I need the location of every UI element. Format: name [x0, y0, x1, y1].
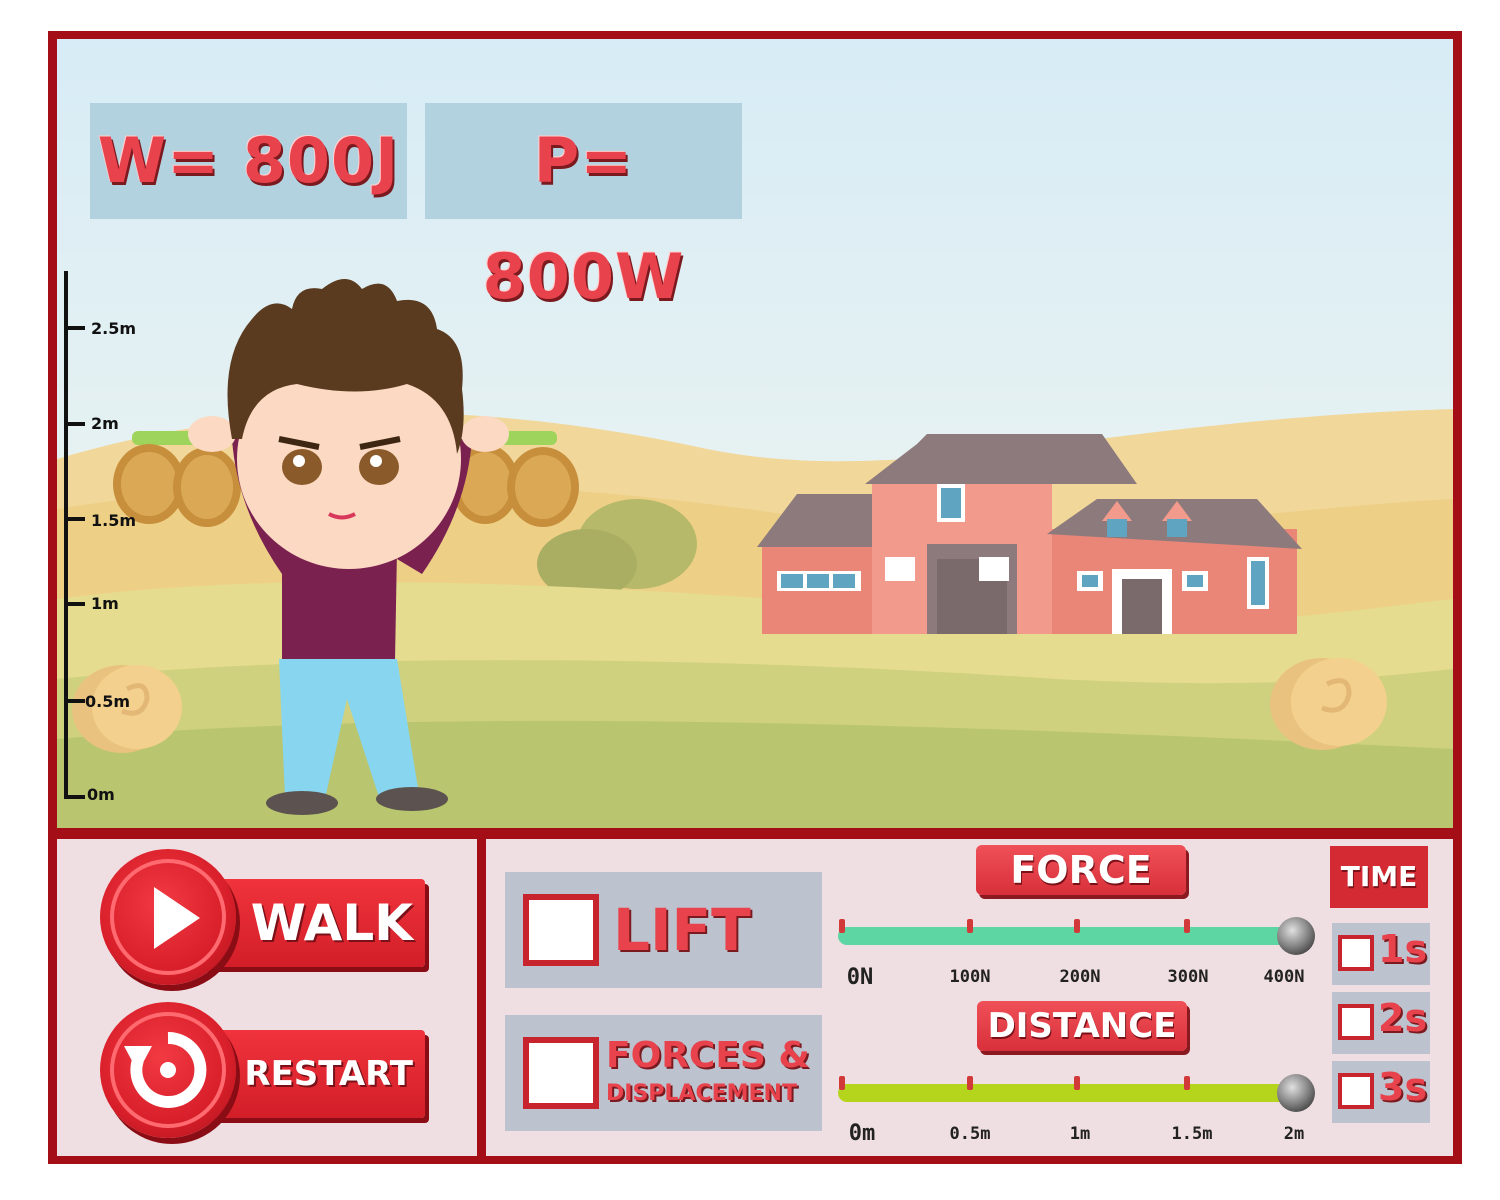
distance-tick-label: 1.5m	[1171, 1124, 1213, 1144]
force-tick-label: 400N	[1263, 967, 1305, 987]
ruler-label-2.5m: 2.5m	[91, 319, 137, 338]
distance-tick	[1074, 1076, 1080, 1090]
action-panel: WALK RESTART	[57, 839, 477, 1156]
ruler-label-0.5m: 0.5m	[85, 692, 131, 711]
ruler-label-1m: 1m	[91, 594, 119, 613]
play-icon	[154, 887, 200, 949]
restart-icon	[124, 1031, 207, 1108]
time-checkbox-3s[interactable]	[1338, 1073, 1374, 1109]
farm-scene: W= 800J P= 800W 2.5m 2m 1.5m 1m 0.5m 0m	[57, 39, 1453, 828]
lift-label: LIFT	[613, 896, 751, 964]
time-label-1s: 1s	[1378, 927, 1428, 971]
force-slider-track[interactable]	[838, 927, 1302, 945]
time-option-2s[interactable]: 2s	[1332, 992, 1430, 1054]
force-slider-knob[interactable]	[1277, 917, 1315, 955]
lift-option[interactable]: LIFT	[505, 872, 822, 988]
distance-tick	[1184, 1076, 1190, 1090]
distance-tick-label: 1m	[1069, 1124, 1091, 1144]
time-checkbox-1s[interactable]	[1338, 935, 1374, 971]
distance-title: DISTANCE	[977, 1001, 1187, 1051]
force-tick-label: 100N	[949, 967, 991, 987]
settings-panel: LIFT FORCES & DISPLACEMENT FORCE 0N 100N…	[486, 839, 1453, 1156]
forces-displacement-option[interactable]: FORCES & DISPLACEMENT	[505, 1015, 822, 1131]
force-tick-label: 0N	[846, 965, 874, 990]
lift-checkbox[interactable]	[523, 894, 599, 966]
work-readout: W= 800J	[90, 103, 407, 219]
time-option-3s[interactable]: 3s	[1332, 1061, 1430, 1123]
distance-tick-label: 0.5m	[949, 1124, 991, 1144]
distance-slider-track[interactable]	[838, 1084, 1302, 1102]
force-tick-label: 300N	[1167, 967, 1209, 987]
force-tick	[1184, 919, 1190, 933]
force-tick	[1074, 919, 1080, 933]
distance-tick	[839, 1076, 845, 1090]
ruler-label-2m: 2m	[91, 414, 119, 433]
walk-circle	[100, 849, 236, 985]
displacement-label: DISPLACEMENT	[606, 1081, 797, 1106]
time-option-1s[interactable]: 1s	[1332, 923, 1430, 985]
time-label-3s: 3s	[1378, 1065, 1428, 1109]
ruler-label-1.5m: 1.5m	[91, 511, 137, 530]
distance-tick-label: 2m	[1283, 1124, 1305, 1144]
force-tick	[839, 919, 845, 933]
forces-displacement-checkbox[interactable]	[523, 1037, 599, 1109]
power-readout: P= 800W	[425, 103, 742, 313]
force-tick-label: 200N	[1059, 967, 1101, 987]
distance-tick-label: 0m	[848, 1121, 876, 1146]
force-title: FORCE	[976, 845, 1186, 895]
distance-tick	[967, 1076, 973, 1090]
time-title: TIME	[1330, 846, 1428, 908]
forces-label: FORCES &	[606, 1035, 810, 1076]
restart-circle	[100, 1002, 236, 1138]
restart-button[interactable]: RESTART	[100, 1002, 430, 1142]
time-checkbox-2s[interactable]	[1338, 1004, 1374, 1040]
time-label-2s: 2s	[1378, 996, 1428, 1040]
distance-slider-knob[interactable]	[1277, 1074, 1315, 1112]
ruler-label-0m: 0m	[87, 785, 115, 804]
force-tick	[967, 919, 973, 933]
walk-button[interactable]: WALK	[100, 849, 430, 989]
